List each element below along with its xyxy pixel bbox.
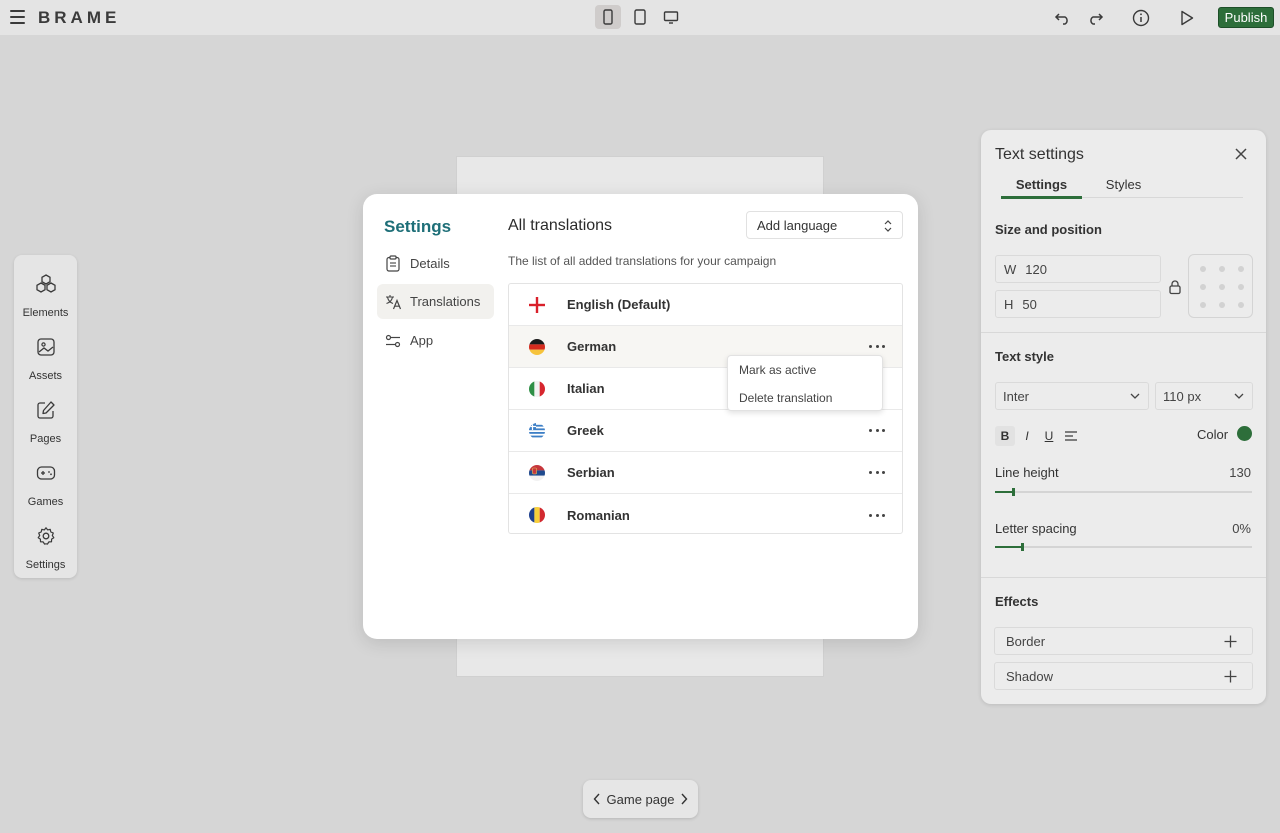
modal-title: Settings [384,217,452,236]
rail-item-elements[interactable]: Elements [14,263,77,319]
delete-translation-menu-item[interactable]: Delete translation [728,384,882,412]
gamepad-icon [36,466,55,480]
england-flag-icon [529,296,545,313]
germany-flag-icon [529,338,545,355]
effects-heading: Effects [995,594,1039,609]
chevron-down-icon [1234,393,1244,399]
list-item[interactable]: English (Default) [509,284,902,326]
rail-item-games[interactable]: Games [14,452,77,508]
text-style-heading: Text style [995,349,1055,364]
clipboard-icon [386,255,400,272]
letter-spacing-slider[interactable] [995,543,1252,551]
align-button[interactable] [1061,426,1081,446]
list-item[interactable]: Greek [509,410,902,452]
text-settings-panel: Text settings Settings Styles Size and p… [981,130,1266,704]
section-subtitle: The list of all added translations for y… [508,254,777,268]
publish-button[interactable]: Publish [1218,7,1274,28]
info-button[interactable] [1129,6,1153,30]
chevron-down-icon [1130,393,1140,399]
line-height-slider[interactable] [995,488,1252,496]
plus-icon[interactable] [1224,635,1237,648]
lock-icon[interactable] [1168,279,1182,295]
mobile-view-button[interactable] [595,5,621,29]
chevron-right-icon[interactable] [680,793,688,805]
nav-item-translations[interactable]: Translations [377,284,494,319]
settings-modal: Settings Details Translations App All tr… [363,194,918,639]
serbia-flag-icon [529,464,545,481]
context-menu: Mark as active Delete translation [727,355,883,411]
letter-spacing-slider-handle[interactable] [1021,543,1024,551]
width-field[interactable]: W 120 [995,255,1161,283]
left-rail: Elements Assets Pages Games Settings [14,255,77,578]
page-switcher: Game page [583,780,698,818]
sliders-icon [385,334,401,347]
line-height-slider-handle[interactable] [1012,488,1015,496]
more-options-icon[interactable] [869,423,885,439]
gear-icon [37,527,54,545]
line-height-value: 130 [1229,465,1251,480]
top-bar: BRAME Publish [0,0,1280,35]
align-left-icon [1065,431,1077,441]
menu-icon[interactable] [10,10,25,24]
rail-item-assets[interactable]: Assets [14,326,77,382]
phone-icon [603,9,613,25]
list-item[interactable]: Serbian [509,452,902,494]
more-options-icon[interactable] [869,465,885,481]
brand-logo: BRAME [38,8,121,27]
info-icon [1132,9,1150,27]
size-position-heading: Size and position [995,222,1102,237]
image-icon [36,338,55,356]
more-options-icon[interactable] [869,507,885,523]
mark-as-active-menu-item[interactable]: Mark as active [728,356,882,384]
monitor-icon [663,10,679,24]
tab-styles[interactable]: Styles [1082,177,1165,199]
edit-icon [36,401,55,419]
bold-button[interactable]: B [995,426,1015,446]
current-page-label: Game page [606,791,675,807]
plus-icon[interactable] [1224,670,1237,683]
border-effect-row[interactable]: Border [994,627,1253,655]
underline-button[interactable]: U [1039,426,1059,446]
list-item[interactable]: Romanian [509,494,902,533]
undo-button[interactable] [1051,6,1075,30]
anchor-position-grid[interactable] [1188,254,1253,318]
undo-icon [1054,13,1068,25]
close-icon[interactable] [1232,145,1250,163]
panel-title: Text settings [995,146,1084,163]
letter-spacing-label: Letter spacing [995,521,1077,536]
romania-flag-icon [529,507,545,523]
italic-button[interactable]: I [1017,426,1037,446]
redo-icon [1090,13,1104,25]
tablet-icon [634,9,646,25]
translate-icon [385,294,401,309]
add-language-select[interactable]: Add language [746,211,903,239]
color-swatch[interactable] [1237,426,1252,441]
letter-spacing-value: 0% [1232,521,1251,536]
rail-item-settings[interactable]: Settings [14,515,77,571]
chevron-left-icon[interactable] [593,793,601,805]
play-icon [1181,10,1194,26]
redo-button[interactable] [1083,6,1107,30]
rail-item-pages[interactable]: Pages [14,389,77,445]
tablet-view-button[interactable] [627,5,653,29]
greece-flag-icon [529,422,545,439]
nav-item-details[interactable]: Details [377,246,494,281]
preview-button[interactable] [1175,6,1199,30]
active-tab-indicator [1001,196,1082,199]
section-title: All translations [508,217,613,234]
more-options-icon[interactable] [869,339,885,355]
nav-item-app[interactable]: App [377,323,494,358]
color-label: Color [1197,427,1229,442]
italy-flag-icon [529,380,545,397]
shadow-effect-row[interactable]: Shadow [994,662,1253,690]
line-height-label: Line height [995,465,1059,480]
font-size-select[interactable]: 110 px [1155,382,1253,410]
updown-chevron-icon [884,220,892,232]
elements-icon [35,274,56,293]
font-family-select[interactable]: Inter [995,382,1149,410]
height-field[interactable]: H 50 [995,290,1161,318]
desktop-view-button[interactable] [658,5,684,29]
